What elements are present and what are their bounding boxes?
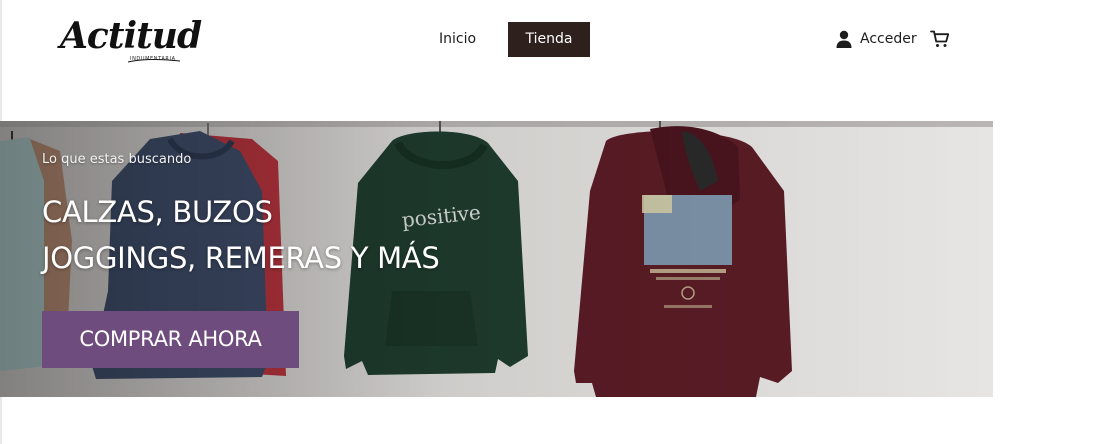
account-label: Acceder bbox=[860, 31, 917, 47]
logo-subtext: INDUMENTARIA bbox=[130, 56, 176, 62]
user-icon bbox=[836, 30, 852, 48]
hero-eyebrow: Lo que estas buscando bbox=[42, 152, 192, 167]
nav-item-tienda[interactable]: Tienda bbox=[508, 22, 590, 57]
account-link[interactable]: Acceder bbox=[836, 28, 917, 50]
hero-heading-line-2: JOGGINGS, REMERAS Y MÁS bbox=[42, 241, 440, 275]
site-header: Actitud INDUMENTARIA Inicio Tienda Acced… bbox=[0, 0, 1110, 110]
cart-button[interactable] bbox=[930, 29, 950, 49]
hero-heading-line-1: CALZAS, BUZOS bbox=[42, 195, 273, 229]
page: Actitud INDUMENTARIA Inicio Tienda Acced… bbox=[0, 0, 1110, 444]
hero-banner: positive Lo que estas buscando CALZAS, B… bbox=[0, 121, 993, 397]
logo[interactable]: Actitud INDUMENTARIA bbox=[60, 12, 202, 72]
nav-item-inicio[interactable]: Inicio bbox=[427, 22, 485, 57]
logo-wordmark: Actitud bbox=[60, 15, 202, 57]
shop-now-button[interactable]: COMPRAR AHORA bbox=[42, 311, 299, 368]
cart-icon bbox=[930, 30, 950, 47]
